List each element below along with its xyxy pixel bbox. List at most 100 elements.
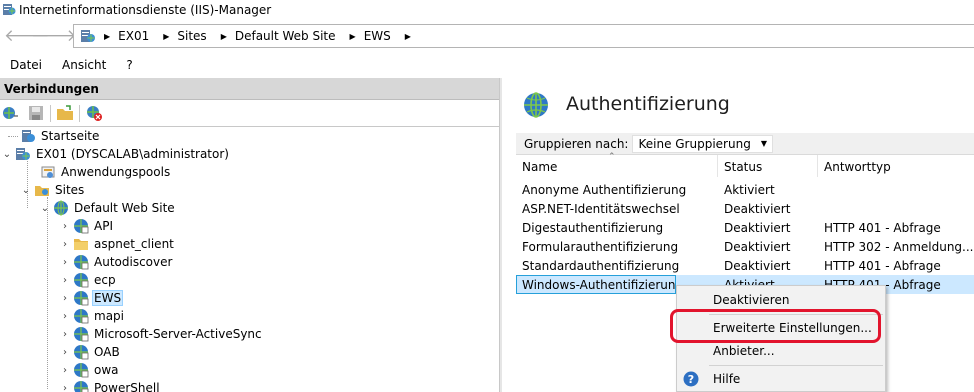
iis-manager-icon	[3, 4, 16, 15]
tree-item-powershell[interactable]: › PowerShell	[60, 379, 162, 392]
tree-item-server[interactable]: ⌄ EX01 (DYSCALAB\administrator)	[2, 145, 231, 163]
tree-item-label: mapi	[94, 309, 124, 323]
chevron-down-icon[interactable]: ⌄	[2, 149, 12, 160]
tree-item-autodiscover[interactable]: › Autodiscover	[60, 253, 174, 271]
menu-item-disable[interactable]: Deaktivieren	[677, 289, 885, 311]
tree-item-label: Autodiscover	[94, 255, 173, 269]
menu-file[interactable]: Datei	[0, 58, 52, 72]
sort-arrow-icon: ⌃	[608, 152, 616, 162]
cell-name: Standardauthentifizierung	[522, 259, 680, 273]
chevron-down-icon: ▼	[760, 139, 767, 148]
address-bar[interactable]: ▶ EX01 ▶ Sites ▶ Default Web Site ▶ EWS …	[73, 24, 974, 48]
tree-item-label: PowerShell	[94, 381, 160, 392]
chevron-right-icon[interactable]: ›	[60, 293, 70, 304]
folder-icon	[74, 239, 88, 250]
tree-item-owa[interactable]: › owa	[60, 361, 121, 379]
app-pool-icon	[41, 166, 55, 178]
breadcrumb: ▶ EX01 ▶ Sites ▶ Default Web Site ▶ EWS …	[102, 29, 419, 43]
tree-item-label: owa	[94, 363, 119, 377]
tree-item-label: EWS	[92, 290, 124, 306]
menu-item-providers[interactable]: Anbieter...	[677, 340, 885, 362]
group-by-select[interactable]: Keine Gruppierung ▼	[632, 134, 773, 153]
cell-response-type: HTTP 401 - Abfrage	[824, 259, 941, 273]
group-by-bar: Gruppieren nach: Keine Gruppierung ▼	[516, 133, 974, 155]
web-app-icon	[74, 363, 89, 378]
tree-item-sites[interactable]: ⌄ Sites	[21, 181, 86, 199]
chevron-right-icon[interactable]: ▶	[163, 32, 169, 41]
tree-item-app-pools[interactable]: Anwendungspools	[40, 163, 172, 181]
table-row[interactable]: Formularauthentifizierung Deaktiviert HT…	[516, 237, 974, 256]
tree-item-label: aspnet_client	[94, 237, 174, 251]
chevron-right-icon[interactable]: ›	[60, 329, 70, 340]
table-row[interactable]: ASP.NET-Identitätswechsel Deaktiviert	[516, 199, 974, 218]
breadcrumb-item-ews[interactable]: EWS	[364, 29, 391, 43]
chevron-right-icon[interactable]: ▶	[221, 32, 227, 41]
connections-header: Verbindungen	[0, 78, 499, 100]
cell-status: Aktiviert	[724, 183, 775, 197]
connections-pane: Verbindungen Startseite ⌄ EX01 (DYSCALAB…	[0, 78, 499, 392]
arrow-left-icon[interactable]: 🡐	[4, 26, 50, 46]
web-app-icon	[74, 273, 89, 288]
column-header-name[interactable]: ⌃ Name	[516, 152, 718, 177]
save-icon[interactable]	[27, 104, 45, 122]
menu-item-advanced-settings[interactable]: Erweiterte Einstellungen...	[677, 317, 885, 339]
connections-toolbar	[0, 101, 499, 127]
column-header-status[interactable]: Status	[718, 155, 818, 177]
web-app-icon	[74, 327, 89, 342]
connections-tree: Startseite ⌄ EX01 (DYSCALAB\administrato…	[0, 127, 498, 392]
connect-globe-icon[interactable]	[1, 104, 19, 122]
chevron-right-icon[interactable]: ›	[60, 365, 70, 376]
chevron-right-icon[interactable]: ▶	[104, 32, 110, 41]
tree-item-activesync[interactable]: › Microsoft-Server-ActiveSync	[60, 325, 264, 343]
web-app-icon	[74, 255, 89, 270]
menu-separator	[709, 365, 883, 366]
chevron-right-icon[interactable]: ›	[60, 311, 70, 322]
chevron-right-icon[interactable]: ›	[60, 221, 70, 232]
chevron-right-icon[interactable]: ›	[60, 383, 70, 392]
server-icon	[16, 148, 30, 160]
disconnect-icon[interactable]	[85, 104, 103, 122]
tree-item-mapi[interactable]: › mapi	[60, 307, 126, 325]
chevron-down-icon[interactable]: ⌄	[40, 203, 50, 214]
open-folder-icon[interactable]	[56, 104, 74, 122]
cell-response-type: HTTP 302 - Anmeldung...	[824, 240, 974, 254]
menu-separator	[709, 314, 883, 315]
tree-item-default-web-site[interactable]: ⌄ Default Web Site	[40, 199, 177, 217]
chevron-right-icon[interactable]: ▶	[350, 32, 356, 41]
tree-item-label: Microsoft-Server-ActiveSync	[94, 327, 262, 341]
tree-item-label: OAB	[94, 345, 120, 359]
chevron-down-icon[interactable]: ⌄	[21, 185, 31, 196]
chevron-right-icon[interactable]: ›	[60, 257, 70, 268]
tree-item-start-page[interactable]: Startseite	[20, 127, 101, 145]
arrow-right-icon[interactable]: 🡒	[31, 26, 77, 46]
tree-item-oab[interactable]: › OAB	[60, 343, 122, 361]
tree-item-label: Anwendungspools	[61, 165, 171, 179]
tree-item-ecp[interactable]: › ecp	[60, 271, 118, 289]
breadcrumb-item-server[interactable]: EX01	[118, 29, 149, 43]
window-title: Internetinformationsdienste (IIS)-Manage…	[19, 3, 272, 17]
chevron-right-icon[interactable]: ▶	[405, 32, 411, 41]
iis-server-icon	[81, 30, 95, 42]
breadcrumb-item-default-web-site[interactable]: Default Web Site	[235, 29, 336, 43]
menu-view[interactable]: Ansicht	[52, 58, 116, 72]
chevron-right-icon[interactable]: ›	[60, 275, 70, 286]
chevron-right-icon[interactable]: ›	[60, 239, 70, 250]
menu-help[interactable]: ?	[116, 58, 142, 72]
tree-item-api[interactable]: › API	[60, 217, 115, 235]
chevron-right-icon[interactable]: ›	[60, 347, 70, 358]
menu-item-help[interactable]: ? Hilfe	[677, 368, 885, 390]
group-by-value: Keine Gruppierung	[638, 136, 751, 151]
web-app-icon	[74, 381, 89, 392]
tree-item-label: Startseite	[41, 129, 100, 143]
table-row[interactable]: Digestauthentifizierung Deaktiviert HTTP…	[516, 218, 974, 237]
web-app-icon	[74, 219, 89, 234]
page-title: Authentifizierung	[566, 93, 730, 115]
table-row[interactable]: Standardauthentifizierung Deaktiviert HT…	[516, 256, 974, 275]
column-header-response-type[interactable]: Antworttyp	[818, 155, 974, 177]
menu-bar: Datei Ansicht ?	[0, 54, 974, 76]
table-row[interactable]: Anonyme Authentifizierung Aktiviert	[516, 180, 974, 199]
tree-item-aspnet-client[interactable]: › aspnet_client	[60, 235, 176, 253]
breadcrumb-item-sites[interactable]: Sites	[177, 29, 206, 43]
context-menu: Deaktivieren Erweiterte Einstellungen...…	[676, 285, 886, 392]
tree-item-ews[interactable]: › EWS	[60, 289, 124, 307]
